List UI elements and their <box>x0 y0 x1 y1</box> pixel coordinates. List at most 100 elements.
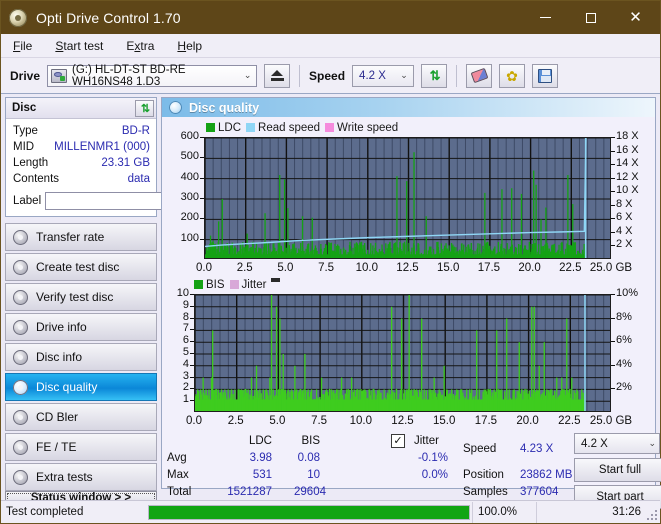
bis-chart: 1 2 3 4 5 6 7 8 9 10 2% 4% 6% 8% 10% 0.0 2.5 5.0 7.5 10.0 12… <box>164 292 653 430</box>
scale-marker-icon <box>271 278 280 282</box>
y2-axis-tick <box>611 294 615 295</box>
sidebar-item-create-test-disc[interactable]: Create test disc <box>5 253 157 281</box>
stats-row-label-total: Total <box>167 486 191 498</box>
resize-grip-icon[interactable] <box>646 509 658 521</box>
toolbar: Drive (G:) HL-DT-ST BD-RE WH16NS48 1.D3 … <box>1 58 660 94</box>
menu-item-help[interactable]: Help <box>174 37 205 55</box>
drive-icon <box>51 69 67 83</box>
sidebar-item-label: Create test disc <box>36 260 119 274</box>
plot-area <box>194 294 611 412</box>
y-axis-tick-label: 5 <box>164 346 189 358</box>
legend-swatch-jitter <box>230 280 239 289</box>
y-axis-tick-label: 400 <box>164 171 199 183</box>
eject-button[interactable] <box>264 64 290 88</box>
speed-select[interactable]: 4.2 X ⌄ <box>352 65 414 87</box>
y-axis-tick <box>190 388 194 389</box>
y-axis-tick <box>190 341 194 342</box>
y2-axis-tick-label: 18 X <box>616 130 639 142</box>
sidebar-item-label: Disc quality <box>36 380 97 394</box>
legend-item-bis: BIS <box>194 279 225 291</box>
jitter-checkbox[interactable]: ✓ <box>391 434 405 448</box>
disc-row-type: Type BD-R <box>13 123 150 139</box>
sidebar-item-label: Disc info <box>36 350 82 364</box>
y-axis-tick-label: 500 <box>164 150 199 162</box>
maximize-button[interactable] <box>568 2 613 33</box>
legend-swatch-write-speed <box>325 123 334 132</box>
y-axis-tick <box>200 137 204 138</box>
maximize-icon <box>586 13 596 23</box>
disc-length-label: Length <box>13 157 48 169</box>
settings-button[interactable]: ✿ <box>499 64 525 88</box>
eraser-icon <box>470 68 488 83</box>
sidebar-item-verify-test-disc[interactable]: Verify test disc <box>5 283 157 311</box>
app-window: Opti Drive Control 1.70 ✕ File Start tes… <box>0 0 661 524</box>
legend-swatch-ldc <box>206 123 215 132</box>
legend-item-write-speed: Write speed <box>325 122 398 134</box>
drive-select[interactable]: (G:) HL-DT-ST BD-RE WH16NS48 1.D3 ⌄ <box>47 65 257 87</box>
disc-panel: Disc ⇅ Type BD-R MID MILLENMR1 (000) Len… <box>5 97 157 217</box>
y2-axis-tick-label: 2 X <box>616 238 633 250</box>
menu-item-extra[interactable]: Extra <box>123 37 157 55</box>
y-axis-tick-label: 300 <box>164 191 199 203</box>
ldc-chart: 100 200 300 400 500 600 2 X4 X6 X8 X 10 X 12 X 14… <box>164 135 653 277</box>
disc-icon <box>13 350 28 365</box>
speed-select-value: 4.2 X <box>359 70 386 82</box>
y-axis-tick-label: 600 <box>164 130 199 142</box>
speed-label: Speed <box>309 69 345 83</box>
sidebar-item-transfer-rate[interactable]: Transfer rate <box>5 223 157 251</box>
y-axis-tick-label: 200 <box>164 211 199 223</box>
y-axis-tick <box>190 353 194 354</box>
y-axis-tick <box>190 365 194 366</box>
y-axis-tick-label: 1 <box>164 393 189 405</box>
refresh-button[interactable]: ⇅ <box>421 64 447 88</box>
minimize-icon <box>540 17 551 18</box>
y2-axis-tick <box>611 318 615 319</box>
sidebar-item-fe-te[interactable]: FE / TE <box>5 433 157 461</box>
save-button[interactable] <box>532 64 558 88</box>
sidebar: Disc ⇅ Type BD-R MID MILLENMR1 (000) Len… <box>1 94 161 489</box>
stats-ldc-total: 1521287 <box>208 486 272 498</box>
gear-icon: ✿ <box>506 69 518 83</box>
sidebar-item-drive-info[interactable]: Drive info <box>5 313 157 341</box>
y-axis-tick <box>200 178 204 179</box>
start-full-button[interactable]: Start full <box>574 458 661 482</box>
y-axis-tick <box>200 157 204 158</box>
y2-axis-tick <box>611 137 615 138</box>
progress-percent: 100.0% <box>472 502 536 523</box>
disc-icon <box>13 410 28 425</box>
toolbar-separator-2 <box>456 65 457 87</box>
y-axis-tick-label: 7 <box>164 322 189 334</box>
disc-icon <box>13 320 28 335</box>
y-axis-tick-label: 10 <box>164 287 189 299</box>
disc-icon <box>13 260 28 275</box>
status-bar: Test completed 100.0% 31:26 <box>1 500 660 523</box>
erase-button[interactable] <box>466 64 492 88</box>
menu-item-start-test[interactable]: Start test <box>52 37 106 55</box>
disc-icon <box>169 101 182 114</box>
sidebar-item-disc-info[interactable]: Disc info <box>5 343 157 371</box>
disc-refresh-button[interactable]: ⇅ <box>135 100 154 117</box>
chevron-down-icon: ⌄ <box>648 438 656 449</box>
menu-item-file[interactable]: File <box>10 37 35 55</box>
sidebar-item-extra-tests[interactable]: Extra tests <box>5 463 157 491</box>
disc-icon <box>13 230 28 245</box>
stats-header-ldc: LDC <box>220 435 272 447</box>
y-axis-tick-label: 4 <box>164 358 189 370</box>
plot-area <box>204 137 611 259</box>
main-body: Disc ⇅ Type BD-R MID MILLENMR1 (000) Len… <box>1 94 660 489</box>
y-axis-tick-label: 100 <box>164 232 199 244</box>
y2-axis-tick-label: 4 X <box>616 225 633 237</box>
legend-label-write-speed: Write speed <box>337 122 398 134</box>
y-axis-tick-label: 2 <box>164 381 189 393</box>
minimize-button[interactable] <box>523 2 568 33</box>
disc-label-row: Label <box>13 191 150 211</box>
test-speed-select[interactable]: 4.2 X ⌄ <box>574 433 660 454</box>
sidebar-item-disc-quality[interactable]: Disc quality <box>5 373 157 401</box>
disc-icon <box>13 380 28 395</box>
elapsed-time: 31:26 <box>536 502 646 523</box>
sidebar-item-cd-bler[interactable]: CD Bler <box>5 403 157 431</box>
close-button[interactable]: ✕ <box>613 2 658 33</box>
sidebar-item-label: Transfer rate <box>36 230 104 244</box>
disc-row-mid: MID MILLENMR1 (000) <box>13 139 150 155</box>
eject-icon <box>271 70 284 81</box>
